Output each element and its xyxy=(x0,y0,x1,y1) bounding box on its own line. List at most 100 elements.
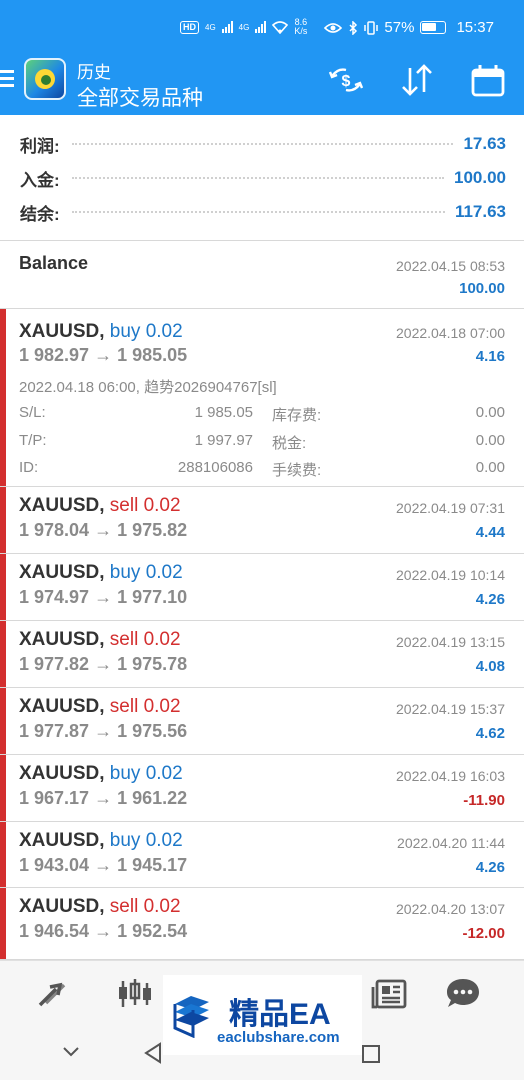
trade-symbol: XAUUSD, xyxy=(19,562,105,583)
commission-label: 手续费: xyxy=(272,462,322,479)
trade-prices: 1 974.97 → 1 977.10 xyxy=(19,587,188,607)
trade-time: 2022.04.19 10:14 xyxy=(396,567,505,583)
trade-open-info: 2022.04.18 06:00, 趋势2026904767[sl] xyxy=(19,379,277,396)
id-value: 288106086 xyxy=(177,459,253,476)
eye-icon xyxy=(324,22,343,33)
trade-direction: buy 0.02 xyxy=(109,321,183,342)
trade-direction: sell 0.02 xyxy=(109,495,181,516)
trade-time: 2022.04.18 07:00 xyxy=(396,325,505,341)
trade-prices: 1 967.17 → 1 961.22 xyxy=(19,788,188,808)
trade-direction: buy 0.02 xyxy=(109,562,183,583)
trade-direction: sell 0.02 xyxy=(109,896,181,917)
calendar-icon[interactable] xyxy=(470,62,506,98)
net-label-1: 4G xyxy=(205,22,216,32)
deposit-label: 入金: xyxy=(20,170,60,190)
trade-row-expanded[interactable]: XAUUSD, buy 0.02 1 982.97 → 1 985.05 202… xyxy=(0,309,524,487)
trade-direction: buy 0.02 xyxy=(109,830,183,851)
chevron-down-icon[interactable] xyxy=(61,1044,81,1058)
speed-unit: K/s xyxy=(294,26,308,36)
page-title[interactable]: 全部交易品种 xyxy=(77,82,203,112)
recents-icon[interactable] xyxy=(361,1044,381,1064)
chart-icon[interactable] xyxy=(116,975,154,1013)
trade-title: XAUUSD, buy 0.02 xyxy=(19,763,183,785)
deposit-row: 入金: 100.00 xyxy=(20,163,506,193)
dotted-leader xyxy=(71,143,454,145)
trade-prices: 1 943.04 → 1 945.17 xyxy=(19,855,188,875)
sl-value: 1 985.05 xyxy=(194,404,253,421)
balance-label: 结余: xyxy=(20,204,60,224)
dotted-leader xyxy=(71,211,445,213)
deposit-value: 100.00 xyxy=(454,168,506,187)
trade-time: 2022.04.19 15:37 xyxy=(396,701,505,717)
tax-value: 0.00 xyxy=(475,432,505,449)
trade-time: 2022.04.20 11:44 xyxy=(397,835,505,851)
trade-title: XAUUSD, sell 0.02 xyxy=(19,495,181,517)
dotted-leader xyxy=(71,177,444,179)
trade-direction: sell 0.02 xyxy=(109,629,181,650)
trade-title: XAUUSD, sell 0.02 xyxy=(19,696,181,718)
trade-prices: 1 982.97 → 1 985.05 xyxy=(19,345,188,365)
balance-value: 117.63 xyxy=(454,202,506,221)
trade-row[interactable]: XAUUSD, buy 0.02 1 974.97 → 1 977.10 202… xyxy=(0,554,524,621)
app-logo xyxy=(24,58,66,100)
trade-prices: 1 977.87 → 1 975.56 xyxy=(19,721,188,741)
trade-prices: 1 978.04 → 1 975.82 xyxy=(19,520,188,540)
trade-row[interactable]: XAUUSD, sell 0.02 1 977.82 → 1 975.78 20… xyxy=(0,621,524,688)
battery-icon xyxy=(420,21,447,34)
trade-profit: 4.62 xyxy=(475,725,505,742)
trade-time: 2022.04.19 16:03 xyxy=(396,768,505,784)
trade-prices: 1 977.82 → 1 975.78 xyxy=(19,654,188,674)
tax-label: 税金: xyxy=(272,435,307,452)
profit-row: 利润: 17.63 xyxy=(20,129,506,159)
trade-title: XAUUSD, buy 0.02 xyxy=(19,321,183,343)
trade-symbol: XAUUSD, xyxy=(19,629,105,650)
trade-symbol: XAUUSD, xyxy=(19,495,105,516)
quotes-icon[interactable] xyxy=(34,975,72,1013)
app-header: HD 4G 4G 8.6 K/s 57% 15:37 历史 全部交易品种 $ xyxy=(0,0,524,115)
watermark: 精品EA eaclubshare.com xyxy=(163,975,362,1055)
bluetooth-icon xyxy=(349,20,358,35)
status-right: 57% 15:37 xyxy=(324,19,494,36)
swap-value: 0.00 xyxy=(475,404,505,421)
balance-entry[interactable]: Balance 2022.04.15 08:53 100.00 xyxy=(0,241,524,309)
trade-time: 2022.04.20 13:07 xyxy=(396,901,505,917)
tp-label: T/P: xyxy=(19,432,47,449)
balance-entry-amount: 100.00 xyxy=(459,280,505,297)
net-speed: 8.6 K/s xyxy=(294,18,307,36)
trade-profit: 4.26 xyxy=(475,591,505,608)
watermark-logo-icon xyxy=(173,996,209,1038)
balance-row: 结余: 117.63 xyxy=(20,197,506,227)
trade-profit: -11.90 xyxy=(463,792,505,809)
trade-row[interactable]: XAUUSD, sell 0.02 1 977.87 → 1 975.56 20… xyxy=(0,688,524,755)
chat-icon[interactable] xyxy=(444,975,482,1013)
trade-profit: 4.16 xyxy=(475,348,505,365)
clock: 15:37 xyxy=(456,19,494,36)
trade-prices: 1 946.54 → 1 952.54 xyxy=(19,921,188,941)
trade-symbol: XAUUSD, xyxy=(19,830,105,851)
trade-profit: -12.00 xyxy=(462,925,505,942)
commission-value: 0.00 xyxy=(475,459,505,476)
trade-row[interactable]: XAUUSD, buy 0.02 1 943.04 → 1 945.17 202… xyxy=(0,822,524,888)
net-label-2: 4G xyxy=(238,22,250,32)
battery-percent: 57% xyxy=(384,19,415,36)
status-left: HD 4G 4G 8.6 K/s xyxy=(180,18,307,36)
watermark-site: eaclubshare.com xyxy=(217,1029,340,1046)
wifi-icon xyxy=(272,20,289,34)
account-summary: 利润: 17.63 入金: 100.00 结余: 117.63 xyxy=(0,115,524,241)
currency-exchange-icon[interactable]: $ xyxy=(328,62,364,98)
trade-row[interactable]: XAUUSD, buy 0.02 1 967.17 → 1 961.22 202… xyxy=(0,755,524,822)
trade-symbol: XAUUSD, xyxy=(19,896,105,917)
menu-icon[interactable] xyxy=(0,70,14,90)
vibrate-icon xyxy=(364,20,379,35)
trade-row[interactable]: XAUUSD, sell 0.02 1 946.54 → 1 952.54 20… xyxy=(0,888,524,960)
page-subtitle: 历史 xyxy=(77,63,111,82)
swap-label: 库存费: xyxy=(272,407,322,424)
trade-title: XAUUSD, buy 0.02 xyxy=(19,562,183,584)
back-icon[interactable] xyxy=(143,1042,163,1064)
sort-icon[interactable] xyxy=(399,62,435,98)
trade-direction: buy 0.02 xyxy=(109,763,183,784)
trade-row[interactable]: XAUUSD, sell 0.02 1 978.04 → 1 975.82 20… xyxy=(0,487,524,554)
news-icon[interactable] xyxy=(371,975,409,1013)
balance-entry-label: Balance xyxy=(19,253,89,273)
tp-value: 1 997.97 xyxy=(194,432,253,449)
